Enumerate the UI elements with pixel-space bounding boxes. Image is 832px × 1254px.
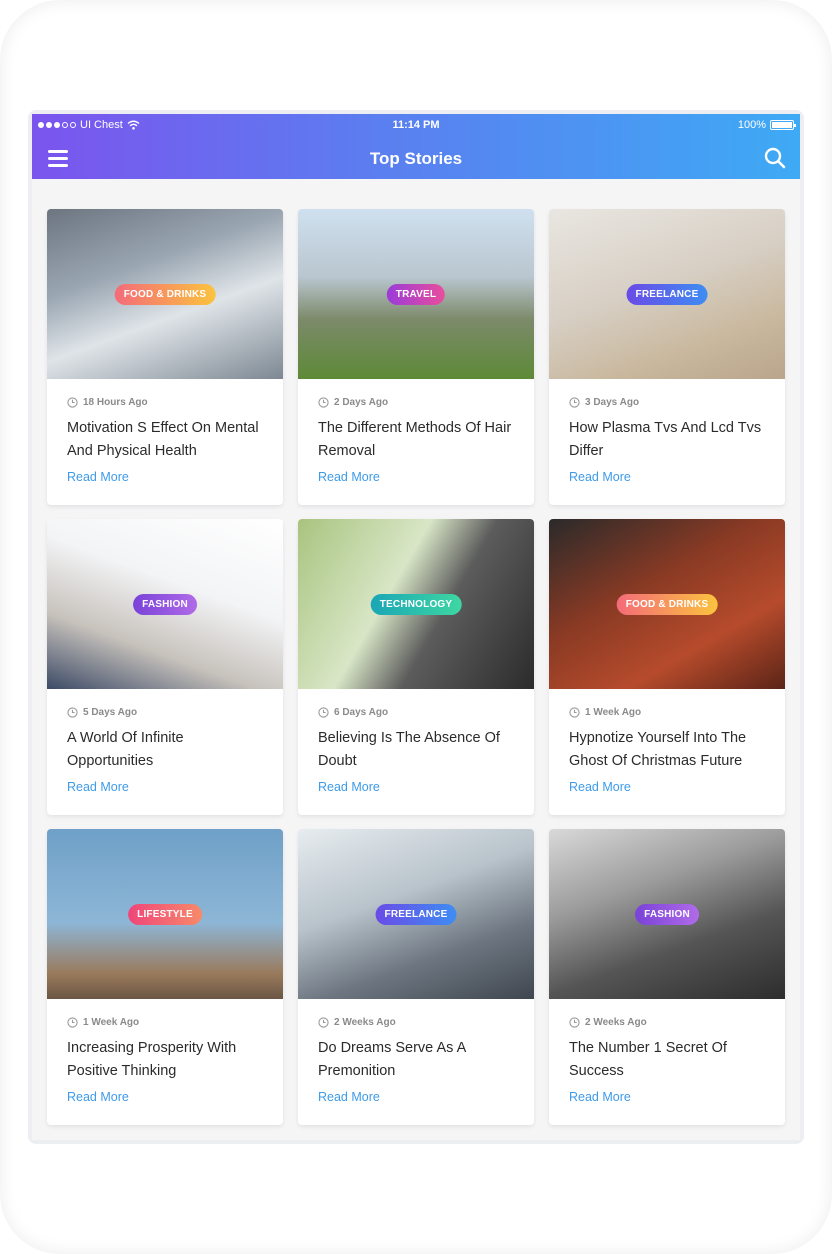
read-more-link[interactable]: Read More	[318, 780, 380, 794]
search-icon[interactable]	[764, 147, 786, 169]
status-time: 11:14 PM	[392, 119, 440, 131]
category-tag[interactable]: FASHION	[133, 594, 197, 615]
page-title: Top Stories	[369, 149, 463, 168]
story-title[interactable]: Hypnotize Yourself Into The Ghost Of Chr…	[569, 727, 769, 772]
story-title[interactable]: Believing Is The Absence Of Doubt	[318, 727, 518, 772]
story-meta: 1 Week Ago	[67, 1017, 139, 1028]
category-tag[interactable]: TRAVEL	[386, 284, 446, 305]
category-tag[interactable]: FREELANCE	[626, 284, 708, 305]
read-more-link[interactable]: Read More	[569, 780, 631, 794]
story-title[interactable]: A World Of Infinite Opportunities	[67, 727, 267, 772]
story-meta: 3 Days Ago	[569, 397, 639, 408]
story-card[interactable]: TRAVEL 2 Days Ago The Different Methods Of…	[298, 209, 534, 505]
story-card[interactable]: FASHION 2 Weeks Ago The Number 1 Secret Of…	[549, 829, 785, 1125]
read-more-link[interactable]: Read More	[67, 470, 129, 484]
story-meta: 2 Days Ago	[318, 397, 388, 408]
clock-icon	[569, 707, 580, 718]
story-meta: 1 Week Ago	[569, 707, 641, 718]
story-title[interactable]: The Different Methods Of Hair Removal	[318, 417, 518, 462]
story-time: 5 Days Ago	[83, 707, 138, 718]
story-meta: 18 Hours Ago	[67, 397, 148, 408]
category-tag[interactable]: FOOD & DRINKS	[616, 594, 718, 615]
story-time: 1 Week Ago	[83, 1017, 140, 1028]
clock-icon	[569, 397, 580, 408]
app-screen: UI Chest 11:14 PM 100% Top Stories FOOD …	[32, 114, 800, 1140]
story-title[interactable]: Motivation S Effect On Mental And Physic…	[67, 417, 267, 462]
status-bar: UI Chest 11:14 PM 100%	[32, 114, 800, 136]
story-title[interactable]: Increasing Prosperity With Positive Thin…	[67, 1037, 267, 1082]
story-card[interactable]: TECHNOLOGY 6 Days Ago Believing Is The Abs…	[298, 519, 534, 815]
clock-icon	[67, 1017, 78, 1028]
story-card[interactable]: FASHION 5 Days Ago A World Of Infinite Opp…	[47, 519, 283, 815]
story-card[interactable]: LIFESTYLE 1 Week Ago Increasing Prosperity…	[47, 829, 283, 1125]
read-more-link[interactable]: Read More	[318, 470, 380, 484]
read-more-link[interactable]: Read More	[569, 1090, 631, 1104]
read-more-link[interactable]: Read More	[67, 780, 129, 794]
story-time: 2 Weeks Ago	[334, 1017, 396, 1028]
story-title[interactable]: The Number 1 Secret Of Success	[569, 1037, 769, 1082]
read-more-link[interactable]: Read More	[67, 1090, 129, 1104]
story-time: 1 Week Ago	[585, 707, 642, 718]
clock-icon	[67, 707, 78, 718]
story-card[interactable]: FOOD & DRINKS 1 Week Ago Hypnotize Yoursel…	[549, 519, 785, 815]
story-time: 2 Weeks Ago	[585, 1017, 647, 1028]
clock-icon	[67, 397, 78, 408]
top-bar: UI Chest 11:14 PM 100% Top Stories	[32, 114, 800, 179]
story-title[interactable]: Do Dreams Serve As A Premonition	[318, 1037, 518, 1082]
clock-icon	[318, 707, 329, 718]
story-time: 3 Days Ago	[585, 397, 640, 408]
story-title[interactable]: How Plasma Tvs And Lcd Tvs Differ	[569, 417, 769, 462]
battery-icon	[770, 120, 796, 130]
story-meta: 2 Weeks Ago	[569, 1017, 647, 1028]
clock-icon	[318, 397, 329, 408]
story-time: 18 Hours Ago	[83, 397, 148, 408]
story-time: 2 Days Ago	[334, 397, 389, 408]
status-right: 100%	[737, 119, 796, 131]
story-meta: 2 Weeks Ago	[318, 1017, 396, 1028]
story-card[interactable]: FOOD & DRINKS 18 Hours Ago Motivation S Ef…	[47, 209, 283, 505]
story-card[interactable]: FREELANCE 3 Days Ago How Plasma Tvs And Lc…	[549, 209, 785, 505]
category-tag[interactable]: LIFESTYLE	[128, 904, 202, 925]
read-more-link[interactable]: Read More	[318, 1090, 380, 1104]
category-tag[interactable]: TECHNOLOGY	[370, 594, 462, 615]
clock-icon	[318, 1017, 329, 1028]
story-time: 6 Days Ago	[334, 707, 389, 718]
story-meta: 6 Days Ago	[318, 707, 388, 718]
category-tag[interactable]: FREELANCE	[375, 904, 457, 925]
read-more-link[interactable]: Read More	[569, 470, 631, 484]
category-tag[interactable]: FASHION	[635, 904, 699, 925]
category-tag[interactable]: FOOD & DRINKS	[114, 284, 216, 305]
battery-percent: 100%	[737, 119, 766, 131]
clock-icon	[569, 1017, 580, 1028]
story-card[interactable]: FREELANCE 2 Weeks Ago Do Dreams Serve As A…	[298, 829, 534, 1125]
story-meta: 5 Days Ago	[67, 707, 137, 718]
